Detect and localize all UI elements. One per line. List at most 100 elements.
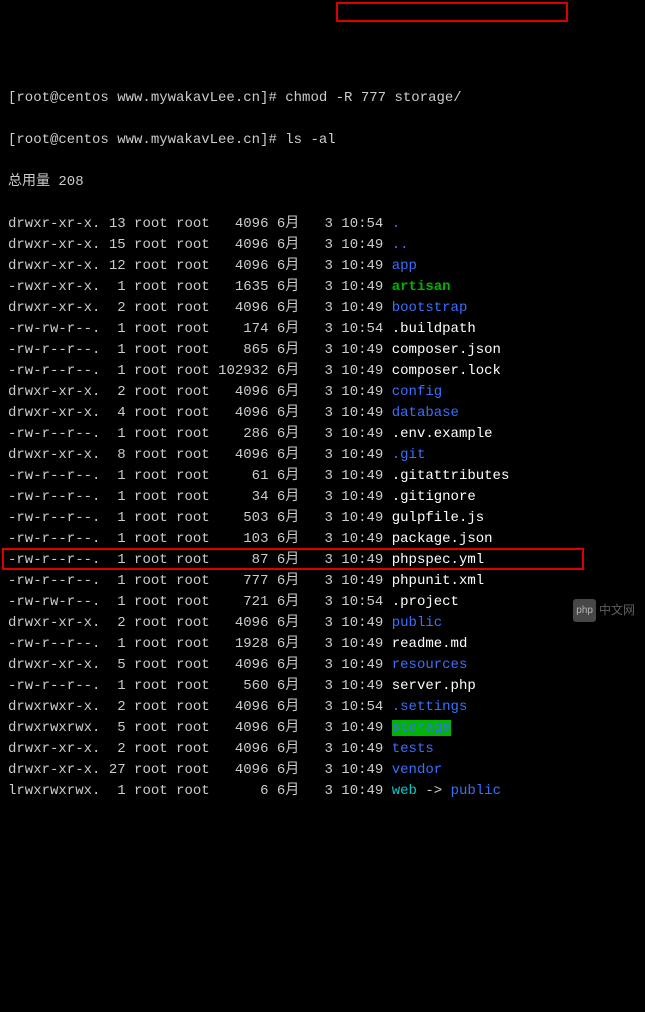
symlink-arrow: -> (417, 783, 451, 799)
file-links: 2 (100, 615, 125, 631)
file-month: 6月 (268, 447, 299, 463)
file-owner: root (126, 468, 168, 484)
file-perms: drwxr-xr-x. (8, 258, 100, 274)
file-size: 4096 (210, 300, 269, 316)
file-size: 87 (210, 552, 269, 568)
file-day: 3 (299, 636, 333, 652)
file-listing: drwxr-xr-x. 13 root root 4096 6月 3 10:54… (8, 214, 637, 802)
file-month: 6月 (268, 468, 299, 484)
total-line: 总用量 208 (8, 172, 637, 193)
file-owner: root (126, 615, 168, 631)
file-links: 27 (100, 762, 125, 778)
file-name: .gitattributes (392, 468, 510, 484)
file-day: 3 (299, 573, 333, 589)
file-time: 10:49 (333, 636, 383, 652)
file-row: lrwxrwxrwx. 1 root root 6 6月 3 10:49 web… (8, 781, 637, 802)
file-perms: drwxrwxr-x. (8, 699, 100, 715)
file-perms: drwxr-xr-x. (8, 657, 100, 673)
file-size: 4096 (210, 237, 269, 253)
file-links: 1 (100, 573, 125, 589)
file-time: 10:54 (333, 594, 383, 610)
file-perms: -rw-r--r--. (8, 426, 100, 442)
file-perms: -rw-r--r--. (8, 678, 100, 694)
file-name: composer.lock (392, 363, 501, 379)
prompt-1: [root@centos www.mywakavLee.cn]# (8, 90, 285, 106)
file-size: 721 (210, 594, 269, 610)
file-row: drwxr-xr-x. 5 root root 4096 6月 3 10:49 … (8, 655, 637, 676)
file-name: resources (392, 657, 468, 673)
file-day: 3 (299, 657, 333, 673)
file-time: 10:54 (333, 321, 383, 337)
file-perms: drwxr-xr-x. (8, 237, 100, 253)
file-time: 10:49 (333, 573, 383, 589)
file-day: 3 (299, 363, 333, 379)
file-size: 4096 (210, 405, 269, 421)
prompt-line-2: [root@centos www.mywakavLee.cn]# ls -al (8, 130, 637, 151)
file-owner: root (126, 783, 168, 799)
file-month: 6月 (268, 699, 299, 715)
file-owner: root (126, 342, 168, 358)
file-perms: -rwxr-xr-x. (8, 279, 100, 295)
file-group: root (168, 783, 210, 799)
file-links: 15 (100, 237, 125, 253)
file-links: 2 (100, 300, 125, 316)
file-month: 6月 (268, 783, 299, 799)
watermark-text: 中文网 (599, 600, 635, 621)
file-links: 5 (100, 657, 125, 673)
file-row: -rw-r--r--. 1 root root 61 6月 3 10:49 .g… (8, 466, 637, 487)
file-owner: root (126, 405, 168, 421)
file-day: 3 (299, 594, 333, 610)
file-size: 6 (210, 783, 269, 799)
file-perms: drwxr-xr-x. (8, 216, 100, 232)
file-time: 10:49 (333, 279, 383, 295)
file-owner: root (126, 762, 168, 778)
file-name: .project (392, 594, 459, 610)
file-month: 6月 (268, 489, 299, 505)
file-group: root (168, 363, 210, 379)
symlink-target: public (451, 783, 501, 799)
file-day: 3 (299, 531, 333, 547)
file-day: 3 (299, 384, 333, 400)
file-name: phpunit.xml (392, 573, 484, 589)
file-row: -rw-rw-r--. 1 root root 721 6月 3 10:54 .… (8, 592, 637, 613)
file-row: -rw-r--r--. 1 root root 1928 6月 3 10:49 … (8, 634, 637, 655)
file-owner: root (126, 678, 168, 694)
file-row: drwxr-xr-x. 15 root root 4096 6月 3 10:49… (8, 235, 637, 256)
file-owner: root (126, 237, 168, 253)
file-links: 1 (100, 321, 125, 337)
file-links: 2 (100, 699, 125, 715)
file-owner: root (126, 741, 168, 757)
file-perms: drwxr-xr-x. (8, 300, 100, 316)
file-group: root (168, 405, 210, 421)
file-name: artisan (392, 279, 451, 295)
file-size: 34 (210, 489, 269, 505)
file-links: 1 (100, 489, 125, 505)
file-links: 13 (100, 216, 125, 232)
file-owner: root (126, 510, 168, 526)
file-links: 1 (100, 510, 125, 526)
file-links: 1 (100, 783, 125, 799)
file-name: . (392, 216, 400, 232)
file-size: 1635 (210, 279, 269, 295)
file-perms: -rw-rw-r--. (8, 321, 100, 337)
command-1: chmod -R 777 storage/ (285, 90, 461, 106)
file-perms: -rw-r--r--. (8, 573, 100, 589)
file-time: 10:49 (333, 468, 383, 484)
file-month: 6月 (268, 426, 299, 442)
file-day: 3 (299, 468, 333, 484)
file-name: .gitignore (392, 489, 476, 505)
file-owner: root (126, 279, 168, 295)
file-owner: root (126, 300, 168, 316)
file-links: 8 (100, 447, 125, 463)
file-name: vendor (392, 762, 442, 778)
file-size: 560 (210, 678, 269, 694)
file-name: server.php (392, 678, 476, 694)
file-group: root (168, 573, 210, 589)
file-perms: drwxr-xr-x. (8, 741, 100, 757)
file-row: -rw-r--r--. 1 root root 503 6月 3 10:49 g… (8, 508, 637, 529)
file-links: 1 (100, 594, 125, 610)
file-time: 10:49 (333, 489, 383, 505)
file-row: drwxr-xr-x. 2 root root 4096 6月 3 10:49 … (8, 613, 637, 634)
file-size: 503 (210, 510, 269, 526)
file-month: 6月 (268, 279, 299, 295)
